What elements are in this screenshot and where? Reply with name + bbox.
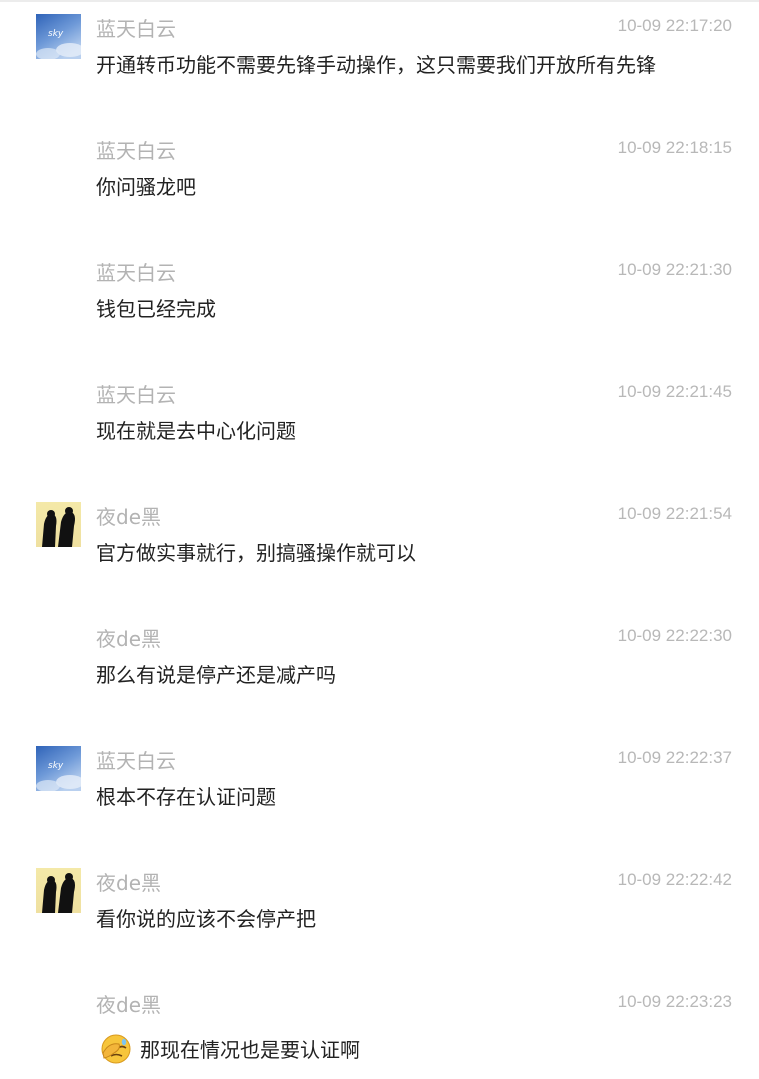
message-timestamp: 10-09 22:23:23	[617, 992, 732, 1011]
message-text: 现在就是去中心化问题	[96, 419, 296, 443]
chat-message: sky 蓝天白云 10-09 22:17:20 开通转币功能不需要先锋手动操作，…	[0, 0, 759, 122]
avatar-sky[interactable]: sky	[36, 14, 81, 59]
chat-message: 蓝天白云 10-09 22:21:30 钱包已经完成	[0, 244, 759, 366]
sender-name: 夜de黑	[96, 993, 161, 1017]
chat-message: 夜de黑 10-09 22:21:54 官方做实事就行，别搞骚操作就可以	[0, 488, 759, 610]
message-text: 那现在情况也是要认证啊	[140, 1038, 360, 1062]
avatar-silhouette[interactable]	[36, 502, 81, 547]
message-timestamp: 10-09 22:22:30	[617, 626, 732, 645]
chat-message: 蓝天白云 10-09 22:18:15 你问骚龙吧	[0, 122, 759, 244]
chat-message: sky 蓝天白云 10-09 22:22:37 根本不存在认证问题	[0, 732, 759, 854]
svg-text:sky: sky	[48, 29, 64, 39]
chat-message: 蓝天白云 10-09 22:21:45 现在就是去中心化问题	[0, 366, 759, 488]
message-timestamp: 10-09 22:22:37	[617, 748, 732, 767]
sender-name: 蓝天白云	[96, 17, 176, 41]
silhouette-avatar-icon	[36, 502, 81, 547]
message-timestamp: 10-09 22:17:20	[617, 16, 732, 35]
message-text: 钱包已经完成	[96, 297, 216, 321]
facepalm-emoji-icon	[101, 1034, 131, 1064]
message-timestamp: 10-09 22:21:45	[617, 382, 732, 401]
message-timestamp: 10-09 22:21:54	[617, 504, 732, 523]
message-text: 看你说的应该不会停产把	[96, 907, 316, 931]
avatar-sky[interactable]: sky	[36, 746, 81, 791]
sender-name: 夜de黑	[96, 505, 161, 529]
message-timestamp: 10-09 22:22:42	[617, 870, 732, 889]
sender-name: 蓝天白云	[96, 383, 176, 407]
message-text: 根本不存在认证问题	[96, 785, 276, 809]
sender-name: 夜de黑	[96, 627, 161, 651]
message-text: 那么有说是停产还是减产吗	[96, 663, 336, 687]
sender-name: 夜de黑	[96, 871, 161, 895]
svg-text:sky: sky	[48, 761, 64, 771]
sender-name: 蓝天白云	[96, 261, 176, 285]
sky-avatar-icon: sky	[36, 14, 81, 59]
message-timestamp: 10-09 22:21:30	[617, 260, 732, 279]
message-text: 开通转币功能不需要先锋手动操作，这只需要我们开放所有先锋	[96, 53, 656, 77]
silhouette-avatar-icon	[36, 868, 81, 913]
message-text: 官方做实事就行，别搞骚操作就可以	[96, 541, 416, 565]
message-text: 你问骚龙吧	[96, 175, 196, 199]
sender-name: 蓝天白云	[96, 749, 176, 773]
chat-message: 夜de黑 10-09 22:22:42 看你说的应该不会停产把	[0, 854, 759, 976]
chat-message: 夜de黑 10-09 22:22:30 那么有说是停产还是减产吗	[0, 610, 759, 732]
sender-name: 蓝天白云	[96, 139, 176, 163]
avatar-silhouette[interactable]	[36, 868, 81, 913]
message-timestamp: 10-09 22:18:15	[617, 138, 732, 157]
sky-avatar-icon: sky	[36, 746, 81, 791]
